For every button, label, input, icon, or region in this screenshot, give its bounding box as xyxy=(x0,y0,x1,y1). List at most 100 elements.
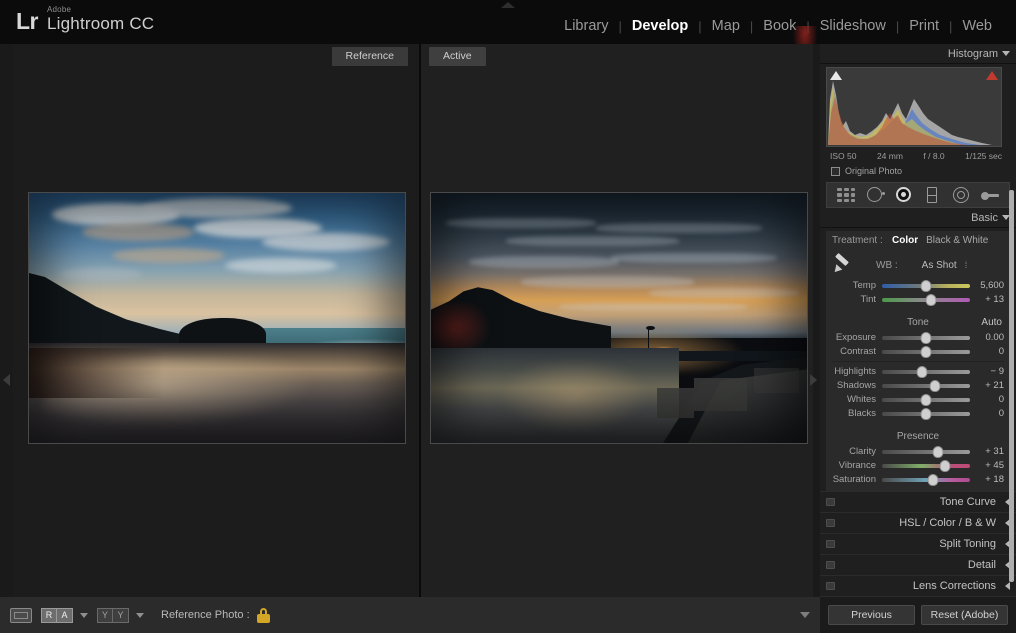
crop-overlay-icon[interactable] xyxy=(836,186,856,204)
compare-reference-label: R xyxy=(41,607,57,623)
slider-value: 0 xyxy=(998,394,1004,405)
module-book[interactable]: Book xyxy=(753,18,806,34)
panel-switch-toggle[interactable] xyxy=(826,498,835,506)
slider-knob[interactable] xyxy=(920,393,932,406)
chevron-down-icon[interactable] xyxy=(1002,51,1010,56)
panel-switch-toggle[interactable] xyxy=(826,540,835,548)
reference-compare-button[interactable]: R A xyxy=(41,607,73,623)
slider-blacks[interactable]: Blacks 0 xyxy=(826,407,1010,420)
slider-label: Shadows xyxy=(836,380,876,391)
slider-value: 0 xyxy=(998,346,1004,357)
basic-panel-header[interactable]: Basic xyxy=(820,208,1016,228)
left-panel-collapse-arrow[interactable] xyxy=(3,374,10,386)
slider-shadows[interactable]: Shadows + 21 xyxy=(826,379,1010,392)
presence-section: Presence Clarity + 31 Vibrance + 45 Satu… xyxy=(826,425,1010,491)
slider-knob[interactable] xyxy=(927,473,939,486)
reset-button[interactable]: Reset (Adobe) xyxy=(921,605,1008,625)
radial-filter-icon[interactable] xyxy=(951,186,971,204)
reference-pane-label: Reference xyxy=(331,47,408,66)
toolbar-chevron-icon[interactable] xyxy=(800,612,810,618)
histogram-header[interactable]: Histogram xyxy=(820,44,1016,64)
slider-knob[interactable] xyxy=(920,407,932,420)
slider-temp[interactable]: Temp 5,600 xyxy=(826,279,1010,292)
slider-track[interactable] xyxy=(882,345,970,358)
module-map[interactable]: Map xyxy=(702,18,750,34)
slider-knob[interactable] xyxy=(925,293,937,306)
highlight-clipping-icon[interactable] xyxy=(986,71,998,80)
module-web[interactable]: Web xyxy=(952,18,1002,34)
slider-vibrance[interactable]: Vibrance + 45 xyxy=(826,459,1010,472)
slider-value: 5,600 xyxy=(980,280,1004,291)
active-pane[interactable]: Active xyxy=(421,44,813,597)
slider-track[interactable] xyxy=(882,279,970,292)
top-panel-collapse-toggle[interactable] xyxy=(501,2,515,8)
slider-track[interactable] xyxy=(882,445,970,458)
slider-label: Clarity xyxy=(849,446,876,457)
slider-highlights[interactable]: Highlights − 9 xyxy=(826,365,1010,378)
right-panel: Histogram ISO 50 24 mm f / 8.0 1/125 sec… xyxy=(820,44,1016,633)
slider-whites[interactable]: Whites 0 xyxy=(826,393,1010,406)
slider-knob[interactable] xyxy=(920,345,932,358)
slider-clarity[interactable]: Clarity + 31 xyxy=(826,445,1010,458)
slider-track[interactable] xyxy=(882,379,970,392)
slider-track[interactable] xyxy=(882,365,970,378)
slider-value: − 9 xyxy=(990,366,1004,377)
slider-exposure[interactable]: Exposure 0.00 xyxy=(826,331,1010,344)
module-develop[interactable]: Develop xyxy=(622,18,698,34)
slider-track[interactable] xyxy=(882,473,970,486)
reference-photo[interactable] xyxy=(28,192,406,444)
slider-track[interactable] xyxy=(882,293,970,306)
chevron-left-icon[interactable] xyxy=(1005,582,1010,590)
treatment-option-color[interactable]: Color xyxy=(888,235,922,246)
slider-track[interactable] xyxy=(882,331,970,344)
graduated-filter-icon[interactable] xyxy=(922,186,942,204)
slider-knob[interactable] xyxy=(939,459,951,472)
reference-compare-chevron-down-icon[interactable] xyxy=(80,612,88,618)
treatment-option-black-and-white[interactable]: Black & White xyxy=(922,235,992,246)
panel-label: Lens Corrections xyxy=(912,580,996,592)
shadow-clipping-icon[interactable] xyxy=(830,71,842,80)
panel-detail[interactable]: Detail xyxy=(820,554,1016,575)
loupe-view-icon[interactable] xyxy=(10,607,32,623)
panel-switch-toggle[interactable] xyxy=(826,519,835,527)
slider-saturation[interactable]: Saturation + 18 xyxy=(826,473,1010,486)
panel-switch-toggle[interactable] xyxy=(826,582,835,590)
section-divider xyxy=(832,361,1004,362)
slider-knob[interactable] xyxy=(920,279,932,292)
lock-closed-icon[interactable] xyxy=(256,607,270,623)
slider-track[interactable] xyxy=(882,393,970,406)
module-library[interactable]: Library xyxy=(554,18,618,34)
right-panel-scrollbar[interactable] xyxy=(1009,190,1014,582)
checkbox-icon[interactable] xyxy=(831,166,840,176)
module-print[interactable]: Print xyxy=(899,18,949,34)
slider-track[interactable] xyxy=(882,407,970,420)
reference-pane[interactable]: Reference xyxy=(13,44,420,597)
active-photo[interactable] xyxy=(430,192,808,444)
red-eye-correction-icon[interactable] xyxy=(894,186,914,204)
panel-lens-corrections[interactable]: Lens Corrections xyxy=(820,575,1016,596)
wb-preset-value[interactable]: As Shot xyxy=(922,260,957,271)
panel-split-toning[interactable]: Split Toning xyxy=(820,533,1016,554)
right-panel-collapse-arrow[interactable] xyxy=(810,374,817,386)
slider-tint[interactable]: Tint + 13 xyxy=(826,293,1010,306)
module-slideshow[interactable]: Slideshow xyxy=(810,18,896,34)
previous-button[interactable]: Previous xyxy=(828,605,915,625)
panel-switch-toggle[interactable] xyxy=(826,561,835,569)
panel-tone-curve[interactable]: Tone Curve xyxy=(820,491,1016,512)
panel-hsl-color-bw[interactable]: HSL / Color / B & W xyxy=(820,512,1016,533)
histogram-graph[interactable] xyxy=(826,67,1002,147)
before-after-button[interactable]: Y Y xyxy=(97,607,129,623)
adjustment-brush-icon[interactable] xyxy=(980,186,1000,204)
slider-contrast[interactable]: Contrast 0 xyxy=(826,345,1010,358)
white-balance-selector-icon[interactable] xyxy=(831,252,854,275)
slider-track[interactable] xyxy=(882,459,970,472)
original-photo-checkbox[interactable]: Original Photo xyxy=(826,161,1010,180)
before-after-chevron-down-icon[interactable] xyxy=(136,612,144,618)
slider-knob[interactable] xyxy=(932,445,944,458)
auto-tone-button[interactable]: Auto xyxy=(981,317,1002,328)
wb-chevron-icon[interactable]: ⁞ xyxy=(965,260,968,270)
slider-knob[interactable] xyxy=(929,379,941,392)
spot-removal-icon[interactable] xyxy=(865,186,885,204)
slider-knob[interactable] xyxy=(920,331,932,344)
slider-knob[interactable] xyxy=(916,365,928,378)
